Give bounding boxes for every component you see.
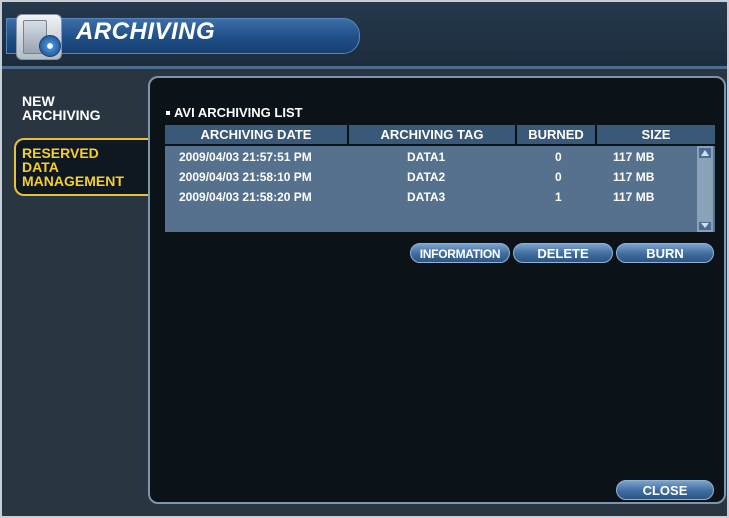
column-header-date[interactable]: ARCHIVING DATE	[165, 125, 347, 144]
close-button[interactable]: CLOSE	[616, 480, 714, 500]
nav-reserved-line2: DATA	[22, 159, 59, 175]
burn-button[interactable]: BURN	[616, 243, 714, 263]
page-title: ARCHIVING	[76, 18, 216, 45]
list-title: AVI ARCHIVING LIST	[166, 105, 303, 120]
cell-date: 2009/04/03 21:58:10 PM	[179, 170, 312, 184]
delete-button[interactable]: DELETE	[513, 243, 613, 263]
cell-burned: 0	[555, 150, 562, 164]
nav-reserved-line3: MANAGEMENT	[22, 173, 124, 189]
nav-new-archiving-line2: ARCHIVING	[22, 107, 101, 123]
cell-size: 117 MB	[613, 150, 655, 164]
archive-list: 2009/04/03 21:57:51 PM DATA1 0 117 MB 20…	[165, 146, 715, 232]
disc-icon	[39, 35, 61, 57]
cell-date: 2009/04/03 21:58:20 PM	[179, 190, 312, 204]
nav-new-archiving[interactable]: NEW ARCHIVING	[8, 94, 146, 122]
table-header: ARCHIVING DATE ARCHIVING TAG BURNED SIZE	[165, 125, 715, 144]
nav-reserved-line1: RESERVED	[22, 145, 99, 161]
scroll-down-arrow-icon[interactable]	[699, 222, 711, 230]
list-scrollbar[interactable]	[697, 146, 713, 232]
scroll-up-arrow-icon[interactable]	[699, 148, 711, 158]
table-row[interactable]: 2009/04/03 21:58:20 PM DATA3 1 117 MB	[165, 188, 695, 206]
cell-size: 117 MB	[613, 170, 655, 184]
column-header-tag[interactable]: ARCHIVING TAG	[349, 125, 515, 144]
header-divider	[2, 66, 727, 69]
cell-tag: DATA3	[407, 190, 446, 204]
cell-size: 117 MB	[613, 190, 655, 204]
archive-safe-icon	[16, 14, 62, 60]
table-row[interactable]: 2009/04/03 21:57:51 PM DATA1 0 117 MB	[165, 148, 695, 166]
column-header-size[interactable]: SIZE	[597, 125, 715, 144]
column-header-burned[interactable]: BURNED	[517, 125, 595, 144]
cell-burned: 0	[555, 170, 562, 184]
information-button[interactable]: INFORMATION	[410, 243, 510, 263]
bullet-icon	[166, 110, 170, 115]
cell-tag: DATA1	[407, 150, 446, 164]
cell-tag: DATA2	[407, 170, 446, 184]
list-title-text: AVI ARCHIVING LIST	[174, 105, 303, 120]
cell-burned: 1	[555, 190, 562, 204]
table-row[interactable]: 2009/04/03 21:58:10 PM DATA2 0 117 MB	[165, 168, 695, 186]
nav-reserved-data-management[interactable]: RESERVED DATA MANAGEMENT	[14, 138, 156, 196]
nav-new-archiving-line1: NEW	[22, 93, 55, 109]
cell-date: 2009/04/03 21:57:51 PM	[179, 150, 312, 164]
